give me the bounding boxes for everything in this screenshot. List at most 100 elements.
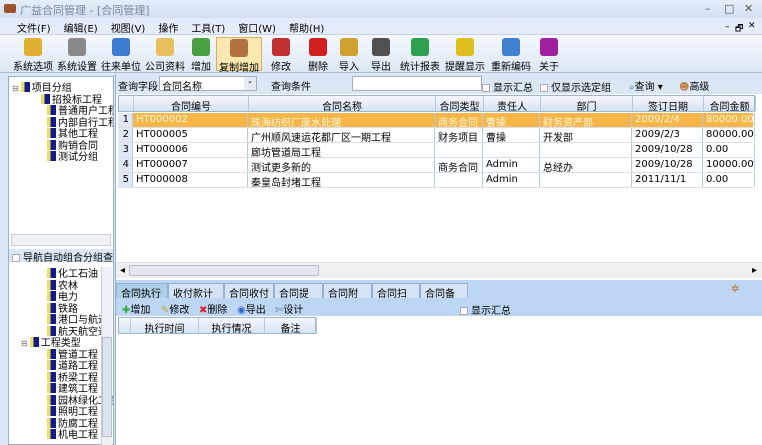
menu-item[interactable]: 帮助(H)	[289, 24, 324, 35]
query-field-select[interactable]: 合同名称 -	[159, 76, 257, 93]
column-header[interactable]: 备注	[265, 318, 317, 333]
tree-vertical-scrollbar[interactable]	[101, 267, 112, 445]
query-condition-input[interactable]	[352, 76, 482, 91]
recode-icon	[502, 38, 520, 56]
settings-icon[interactable]: ✲	[731, 284, 739, 295]
query-condition-label: 查询条件	[271, 82, 311, 93]
maximize-button[interactable]: □	[724, 2, 734, 15]
tree-node[interactable]: 招投标工程	[9, 91, 113, 106]
menu-item[interactable]: 操作	[158, 24, 178, 35]
tree-node[interactable]: 防腐工程	[9, 415, 113, 430]
child-close-button[interactable]: ✕	[748, 21, 756, 31]
column-header[interactable]: 合同金额	[704, 96, 756, 111]
column-header[interactable]: 责任人	[484, 96, 541, 111]
column-header[interactable]: 部门	[541, 96, 633, 111]
tree-node[interactable]: 购销合同	[9, 137, 113, 152]
toolbar-printer-button[interactable]: 导出	[368, 37, 394, 73]
checkbox[interactable]	[12, 254, 20, 262]
table-row[interactable]: 2 HT000005 广州顺风速运花都厂区一期工程 财务项目 曹操 开发部 2009/2/3…	[118, 128, 755, 143]
toolbar-person-button[interactable]: 往来单位	[100, 37, 142, 73]
scroll-right-icon[interactable]: ▸	[752, 265, 757, 276]
tree-node[interactable]: 其他工程	[9, 125, 113, 140]
tree-node[interactable]: 照明工程	[9, 403, 113, 418]
toolbar-chart-button[interactable]: 统计报表	[399, 37, 441, 73]
close-button[interactable]: ✕	[744, 2, 753, 15]
tab[interactable]: 收付款计划	[168, 283, 224, 315]
toolbar-recode-button[interactable]: 重新编码	[490, 37, 532, 73]
table-cell: HT000006	[133, 143, 248, 157]
tree-root[interactable]: ⊟ 项目分组	[9, 79, 113, 94]
menu-item[interactable]: 工具(T)	[191, 24, 225, 35]
toolbar-delete-button[interactable]: 删除	[304, 37, 332, 73]
toolbar-label: 统计报表	[400, 62, 440, 73]
edit-button[interactable]: ✎修改	[161, 301, 189, 316]
tree-node[interactable]: 铁路	[9, 300, 113, 315]
toolbar-import-button[interactable]: 导入	[336, 37, 362, 73]
tab[interactable]: 合同收付	[224, 283, 274, 300]
tree-node[interactable]: 园林绿化工程	[9, 392, 113, 407]
tab[interactable]: 合同附件	[323, 283, 372, 315]
menu-item[interactable]: 编辑(E)	[64, 24, 98, 35]
menu-item[interactable]: 窗口(W)	[238, 24, 276, 35]
tree-node[interactable]: 建筑工程	[9, 380, 113, 395]
tree-node[interactable]: 化工石油	[9, 265, 113, 280]
tree-node[interactable]: 道路工程	[9, 357, 113, 372]
toolbar-folder-button[interactable]: 公司资料	[144, 37, 186, 73]
advanced-button[interactable]: ☻高级	[679, 78, 709, 93]
column-header[interactable]: 签订日期	[633, 96, 704, 111]
tree-node[interactable]: 机电工程	[9, 426, 113, 441]
globe-icon: ◉	[237, 305, 246, 316]
tree-node[interactable]: 航天航空通	[9, 323, 113, 338]
show-sum-checkbox[interactable]: 显示汇总	[482, 79, 533, 94]
tree-node[interactable]: 农林	[9, 277, 113, 292]
sub-grid-header: 执行时间 执行情况 备注	[118, 317, 317, 334]
menu-item[interactable]: 视图(V)	[111, 24, 146, 35]
query-button[interactable]: ⌕查询 ▾	[629, 78, 663, 93]
column-header[interactable]: 执行时间	[131, 318, 199, 333]
tree-node[interactable]: 电力	[9, 288, 113, 303]
delete-button[interactable]: ✖删除	[199, 301, 227, 316]
column-header[interactable]: 合同名称	[249, 96, 436, 111]
export-button[interactable]: ◉导出	[237, 301, 266, 316]
table-row[interactable]: 5 HT000008 秦皇岛封堵工程 Admin 2011/11/1 0.00	[118, 173, 755, 188]
tree-node[interactable]: 测试分组	[9, 148, 113, 163]
sub-show-sum-checkbox[interactable]: 显示汇总	[460, 302, 511, 317]
tree-node[interactable]: 普通用户工程	[9, 102, 113, 117]
only-selected-checkbox[interactable]: 仅显示选定组	[540, 79, 611, 94]
folder-icon	[47, 151, 56, 161]
table-row[interactable]: 1 HT000002 珠海纺织厂废水处理 商务合同 曹操 财务资产部 2009/2/4 800…	[118, 113, 755, 128]
toolbar-help-button[interactable]: 关于	[536, 37, 562, 73]
column-header[interactable]: 合同编号	[134, 96, 249, 111]
child-minimize-button[interactable]: –	[725, 22, 730, 32]
minimize-button[interactable]: –	[705, 2, 711, 15]
toolbar-copy-add-button[interactable]: 复制增加	[216, 37, 262, 74]
tree-node[interactable]: 管道工程	[9, 346, 113, 361]
column-header[interactable]: 执行情况	[199, 318, 265, 333]
toolbar-label: 关于	[539, 62, 559, 73]
toolbar-add-user-button[interactable]: 增加	[188, 37, 214, 73]
column-header[interactable]: 合同类型	[436, 96, 484, 111]
tree-node[interactable]: 桥梁工程	[9, 369, 113, 384]
grid-horizontal-scrollbar[interactable]: ◂ ▸	[116, 262, 762, 278]
toolbar-key-button[interactable]: 系统选项	[12, 37, 54, 73]
nav-auto-group-toggle[interactable]: 导航自动组合分组查询	[9, 249, 113, 262]
tab[interactable]: 合同备注	[420, 283, 468, 315]
tab[interactable]: 合同执行	[116, 283, 168, 300]
table-row[interactable]: 4 HT000007 测试更多新的 商务合同 Admin 总经办 2009/10/28 100…	[118, 158, 755, 173]
table-row[interactable]: 3 HT000006 廊坊管道局工程 2009/10/28 0.00	[118, 143, 755, 158]
toolbar-tools-button[interactable]: 系统设置	[56, 37, 98, 73]
tree-horizontal-scrollbar[interactable]	[11, 234, 111, 246]
toolbar-pen-button[interactable]: 修改	[265, 37, 297, 73]
add-button[interactable]: ✚增加	[122, 301, 150, 316]
design-button[interactable]: ✄设计	[275, 301, 303, 316]
toolbar-warning-button[interactable]: 提醒显示	[444, 37, 486, 73]
tree-node[interactable]: 港口与航道	[9, 311, 113, 326]
table-cell: 廊坊管道局工程	[248, 143, 435, 157]
tab[interactable]: 合同扫描	[372, 283, 420, 315]
scroll-left-icon[interactable]: ◂	[120, 265, 125, 276]
tab[interactable]: 合同提醒	[274, 283, 323, 315]
tree-root[interactable]: ⊟ 工程类型	[9, 334, 113, 349]
tree-node[interactable]: 内部自行工程	[9, 114, 113, 129]
chart-icon	[411, 38, 429, 56]
menu-item[interactable]: 文件(F)	[17, 24, 51, 35]
